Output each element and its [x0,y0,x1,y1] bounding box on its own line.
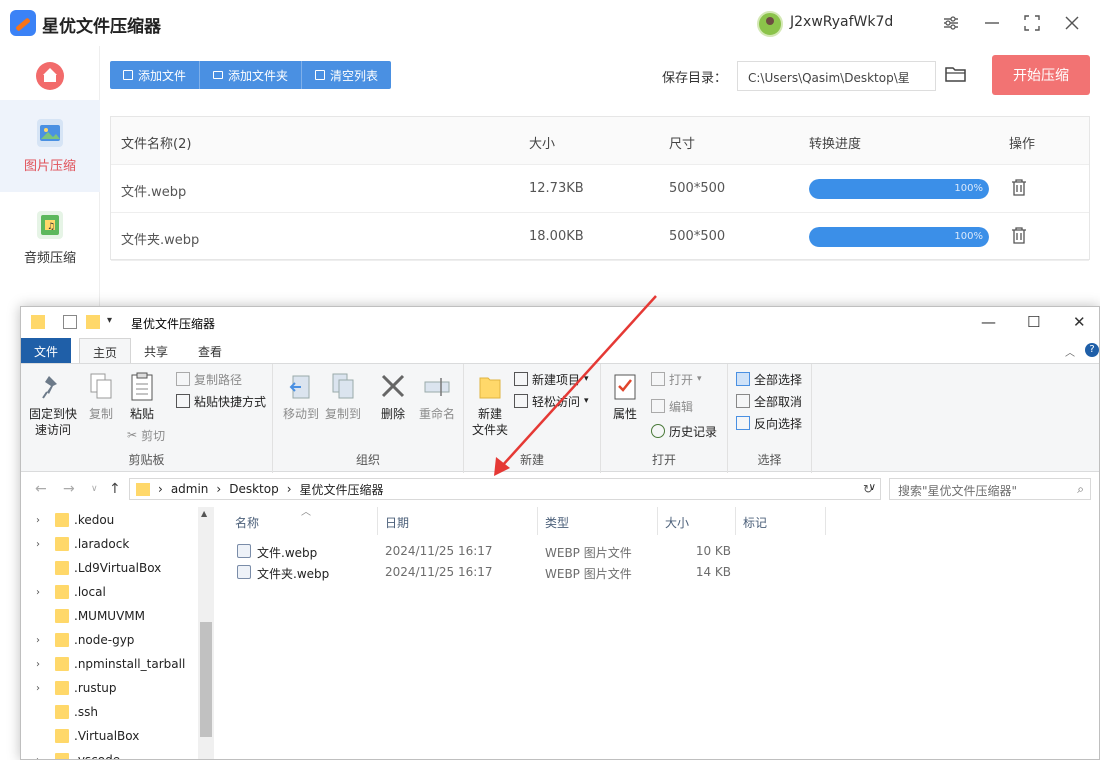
annotation-arrow [494,295,657,476]
